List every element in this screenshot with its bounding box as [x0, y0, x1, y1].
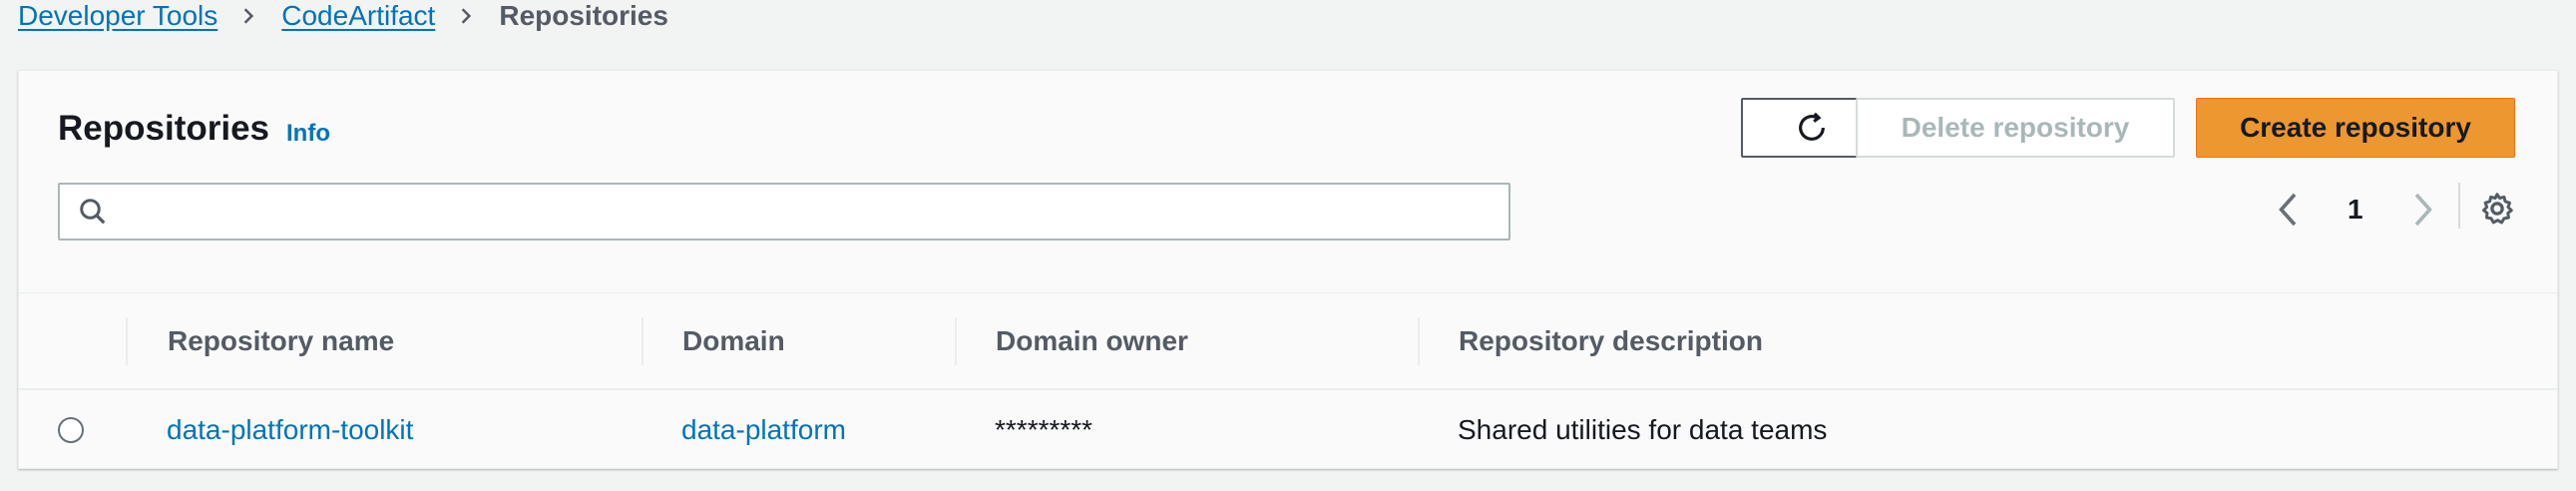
column-divider — [642, 317, 644, 365]
domain-link[interactable]: data-platform — [681, 414, 846, 446]
search-input[interactable] — [122, 191, 1493, 233]
breadcrumb-link-codeartifact[interactable]: CodeArtifact — [281, 0, 435, 32]
search-field[interactable] — [58, 183, 1510, 241]
refresh-icon — [1799, 112, 1825, 141]
row-select-radio[interactable] — [58, 417, 84, 443]
current-page-number[interactable]: 1 — [2348, 188, 2363, 232]
repositories-panel: Repositories Info Delete repository Crea… — [18, 70, 2558, 469]
pagination-divider — [2458, 183, 2460, 229]
table-header: Repository name Domain Domain owner Repo… — [19, 292, 2557, 390]
settings-gear-icon[interactable] — [2479, 191, 2515, 227]
chevron-right-icon — [244, 8, 254, 24]
table-row: data-platform-toolkit data-platform ****… — [19, 390, 2557, 470]
column-divider — [126, 317, 128, 365]
column-header-domain[interactable]: Domain — [682, 293, 785, 389]
breadcrumb: Developer Tools CodeArtifact Repositorie… — [18, 0, 668, 32]
breadcrumb-current: Repositories — [499, 0, 668, 31]
chevron-right-icon — [462, 8, 472, 24]
page-title: Repositories — [58, 109, 269, 148]
next-page-button[interactable] — [2407, 188, 2437, 232]
column-header-repository-name[interactable]: Repository name — [168, 293, 394, 389]
search-icon — [80, 199, 106, 225]
create-repository-button[interactable]: Create repository — [2196, 98, 2515, 158]
chevron-right-icon — [2414, 193, 2432, 227]
column-divider — [955, 317, 957, 365]
breadcrumb-link-developer-tools[interactable]: Developer Tools — [18, 0, 217, 32]
column-header-repository-description[interactable]: Repository description — [1459, 293, 1763, 389]
column-header-domain-owner[interactable]: Domain owner — [996, 293, 1188, 389]
repository-name-link[interactable]: data-platform-toolkit — [167, 414, 413, 446]
repository-description-value: Shared utilities for data teams — [1458, 414, 1828, 445]
domain-owner-value: ********* — [995, 414, 1093, 445]
chevron-left-icon — [2279, 193, 2297, 227]
column-divider — [1418, 317, 1420, 365]
previous-page-button[interactable] — [2274, 188, 2304, 232]
delete-repository-button[interactable]: Delete repository — [1856, 98, 2175, 158]
info-link[interactable]: Info — [286, 120, 330, 148]
